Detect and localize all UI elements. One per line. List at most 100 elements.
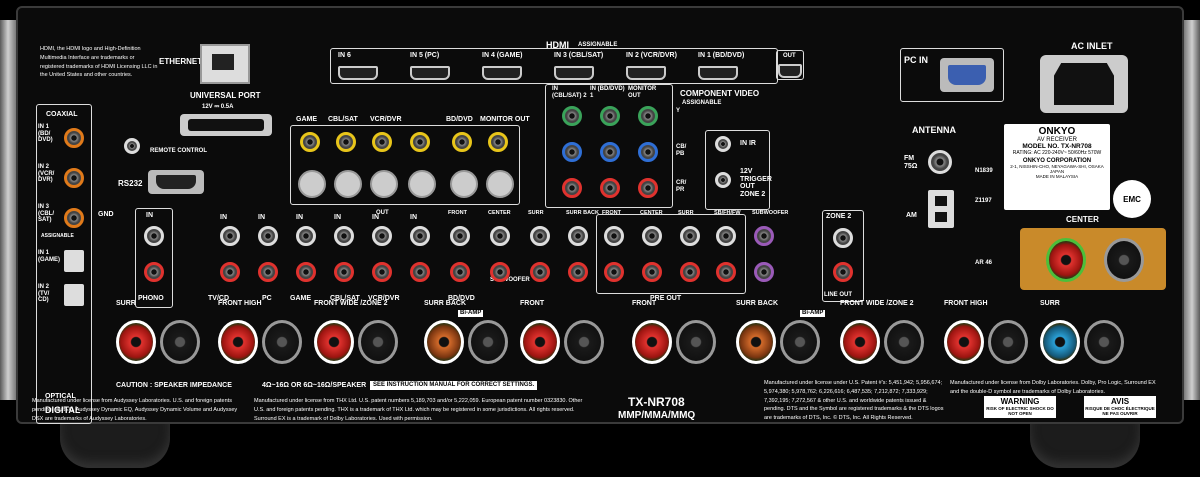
speaker-minus-terminal[interactable]: [988, 320, 1028, 364]
component-video-jack[interactable]: [562, 178, 582, 198]
speaker-minus-terminal[interactable]: [468, 320, 508, 364]
speaker-minus-terminal[interactable]: [676, 320, 716, 364]
component-video-jack[interactable]: [600, 178, 620, 198]
zone2-r-jack[interactable]: [833, 262, 853, 282]
center-plus-terminal[interactable]: [1046, 238, 1086, 282]
audio-in-r-jack[interactable]: [220, 262, 240, 282]
optical-input-jack[interactable]: [64, 250, 84, 272]
pre-out-l-jack[interactable]: [450, 226, 470, 246]
audio-in-l-jack[interactable]: [220, 226, 240, 246]
speaker-minus-terminal[interactable]: [564, 320, 604, 364]
optical-input-jack[interactable]: [64, 284, 84, 306]
speaker-plus-terminal[interactable]: [116, 320, 156, 364]
audio-in-r-jack[interactable]: [372, 262, 392, 282]
rs232-port[interactable]: [148, 170, 204, 194]
s-video-jack[interactable]: [334, 170, 362, 198]
pre-out-r-jack[interactable]: [530, 262, 550, 282]
s-video-jack[interactable]: [408, 170, 436, 198]
speaker-plus-terminal[interactable]: [840, 320, 880, 364]
component-video-jack[interactable]: [562, 142, 582, 162]
hdmi-input-port[interactable]: [626, 66, 666, 80]
pre-out-l-jack[interactable]: [754, 226, 774, 246]
composite-video-jack[interactable]: [410, 132, 430, 152]
pre-out-l-jack[interactable]: [642, 226, 662, 246]
hdmi-input-port[interactable]: [554, 66, 594, 80]
component-video-jack[interactable]: [600, 142, 620, 162]
audio-in-l-jack[interactable]: [372, 226, 392, 246]
hdmi-input-port[interactable]: [698, 66, 738, 80]
hdmi-input-port[interactable]: [482, 66, 522, 80]
ir-in-jack[interactable]: [715, 136, 731, 152]
pre-out-r-jack[interactable]: [568, 262, 588, 282]
pre-out-l-jack[interactable]: [716, 226, 736, 246]
component-video-jack[interactable]: [562, 106, 582, 126]
coaxial-input-jack[interactable]: [64, 168, 84, 188]
audio-in-l-jack[interactable]: [258, 226, 278, 246]
coaxial-input-jack[interactable]: [64, 208, 84, 228]
hdmi-out-port[interactable]: [778, 64, 802, 78]
audio-in-r-jack[interactable]: [334, 262, 354, 282]
hdmi-input-port[interactable]: [410, 66, 450, 80]
audio-in-l-jack[interactable]: [296, 226, 316, 246]
am-antenna-terminal[interactable]: [928, 190, 954, 228]
ethernet-port[interactable]: [200, 44, 250, 84]
vga-port[interactable]: [940, 58, 994, 92]
component-video-jack[interactable]: [638, 106, 658, 126]
component-video-jack[interactable]: [638, 178, 658, 198]
hdmi-notice-text: HDMI, the HDMI logo and High-Definition …: [40, 46, 158, 79]
pre-out-l-jack[interactable]: [604, 226, 624, 246]
audio-in-r-jack[interactable]: [296, 262, 316, 282]
speaker-minus-terminal[interactable]: [1084, 320, 1124, 364]
composite-video-jack[interactable]: [336, 132, 356, 152]
composite-video-jack[interactable]: [488, 132, 508, 152]
speaker-minus-terminal[interactable]: [780, 320, 820, 364]
speaker-plus-terminal[interactable]: [314, 320, 354, 364]
center-minus-terminal[interactable]: [1104, 238, 1144, 282]
hdmi-input-port[interactable]: [338, 66, 378, 80]
s-video-jack[interactable]: [370, 170, 398, 198]
pre-out-r-jack[interactable]: [604, 262, 624, 282]
speaker-plus-terminal[interactable]: [520, 320, 560, 364]
pre-out-r-jack[interactable]: [716, 262, 736, 282]
s-video-jack[interactable]: [298, 170, 326, 198]
audio-in-r-jack[interactable]: [410, 262, 430, 282]
pre-out-r-jack[interactable]: [680, 262, 700, 282]
ac-inlet-socket[interactable]: [1040, 55, 1128, 113]
speaker-plus-terminal[interactable]: [736, 320, 776, 364]
phono-l-jack[interactable]: [144, 226, 164, 246]
speaker-plus-terminal[interactable]: [632, 320, 672, 364]
composite-video-jack[interactable]: [372, 132, 392, 152]
composite-video-jack[interactable]: [300, 132, 320, 152]
fm-antenna-jack[interactable]: [928, 150, 952, 174]
coaxial-input-jack[interactable]: [64, 128, 84, 148]
s-video-jack[interactable]: [450, 170, 478, 198]
audio-in-r-jack[interactable]: [258, 262, 278, 282]
speaker-plus-terminal[interactable]: [944, 320, 984, 364]
component-video-jack[interactable]: [600, 106, 620, 126]
speaker-plus-terminal[interactable]: [218, 320, 258, 364]
pre-out-l-jack[interactable]: [530, 226, 550, 246]
pre-out-l-jack[interactable]: [568, 226, 588, 246]
universal-port[interactable]: [180, 114, 272, 136]
composite-video-jack[interactable]: [452, 132, 472, 152]
component-video-jack[interactable]: [638, 142, 658, 162]
pre-out-r-jack[interactable]: [754, 262, 774, 282]
remote-control-jack[interactable]: [124, 138, 140, 154]
pre-out-l-jack[interactable]: [680, 226, 700, 246]
s-video-jack[interactable]: [486, 170, 514, 198]
pre-out-r-jack[interactable]: [642, 262, 662, 282]
audio-in-l-jack[interactable]: [334, 226, 354, 246]
speaker-minus-terminal[interactable]: [262, 320, 302, 364]
audio-in-l-jack[interactable]: [410, 226, 430, 246]
speaker-minus-terminal[interactable]: [884, 320, 924, 364]
zone2-l-jack[interactable]: [833, 228, 853, 248]
speaker-minus-terminal[interactable]: [160, 320, 200, 364]
pre-out-l-jack[interactable]: [490, 226, 510, 246]
speaker-plus-terminal[interactable]: [1040, 320, 1080, 364]
pre-out-r-jack[interactable]: [490, 262, 510, 282]
trigger-out-jack[interactable]: [715, 172, 731, 188]
phono-r-jack[interactable]: [144, 262, 164, 282]
pre-out-r-jack[interactable]: [450, 262, 470, 282]
speaker-plus-terminal[interactable]: [424, 320, 464, 364]
speaker-minus-terminal[interactable]: [358, 320, 398, 364]
